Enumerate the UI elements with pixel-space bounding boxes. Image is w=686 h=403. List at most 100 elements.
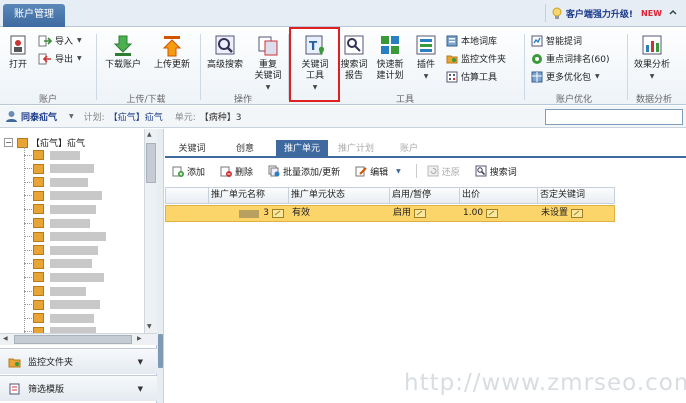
blurred-label: [50, 259, 92, 269]
download-account-button[interactable]: 下载账户: [101, 34, 145, 71]
upload-update-button[interactable]: 上传更新: [150, 34, 194, 71]
tree-item[interactable]: [24, 284, 86, 298]
open-button[interactable]: 打开: [5, 34, 31, 71]
tree-item[interactable]: [24, 148, 80, 162]
search-report-icon: [344, 35, 364, 55]
tab-creative[interactable]: 创意: [223, 140, 267, 158]
column-header[interactable]: 推广单元名称: [209, 188, 289, 203]
tree-connector: [24, 249, 32, 251]
restore-button[interactable]: 还原: [427, 165, 460, 178]
search-word-icon: [475, 165, 487, 177]
folder-icon: [33, 258, 44, 269]
column-header[interactable]: 推广单元状态: [289, 188, 390, 203]
filter-template-section[interactable]: 筛选模版 ▼: [0, 375, 157, 401]
estimate-tool-button[interactable]: 估算工具: [446, 70, 497, 83]
tree-item[interactable]: [24, 189, 102, 203]
plan-link[interactable]: 【疝气】疝气: [109, 110, 163, 123]
scroll-thumb[interactable]: [14, 335, 132, 344]
account-dropdown-icon[interactable]: ▼: [69, 113, 74, 120]
duplicate-keyword-button[interactable]: 重复 关键词 ▼: [250, 34, 286, 93]
effect-analysis-button[interactable]: 效果分析 ▼: [630, 34, 674, 82]
more-optimize-packages-button[interactable]: 更多优化包 ▼: [531, 70, 600, 83]
tree-item[interactable]: [24, 311, 94, 325]
tree-item[interactable]: [24, 298, 100, 312]
bid-cell[interactable]: 1.00: [461, 206, 538, 221]
key-word-rank-button[interactable]: 重点词排名(60): [531, 52, 609, 65]
monitor-folder-button[interactable]: 监控文件夹: [446, 52, 506, 65]
tab-promotion-plan[interactable]: 推广计划: [330, 140, 382, 158]
smart-bid-button[interactable]: 智能提词: [531, 34, 582, 47]
title-right-area: 客户端强力升级! NEW: [544, 3, 686, 23]
unit-name-cell[interactable]: 3: [210, 206, 288, 221]
horizontal-scrollbar[interactable]: ◀ ▶: [0, 333, 157, 345]
batch-add-update-button[interactable]: 批量添加/更新: [268, 165, 340, 178]
scroll-right-icon[interactable]: ▶: [137, 335, 142, 342]
column-header[interactable]: 启用/暂停: [390, 188, 460, 203]
tab-bar: 关键词 创意 推广单元 推广计划 账户: [165, 140, 686, 158]
tree-item[interactable]: [24, 325, 96, 333]
tree-item[interactable]: [24, 230, 106, 244]
advanced-search-button[interactable]: 高级搜索: [204, 34, 246, 71]
scroll-left-icon[interactable]: ◀: [3, 335, 8, 342]
edit-button[interactable]: 编辑 ▼: [355, 165, 401, 178]
rank-icon: [532, 53, 542, 64]
tree-connector: [24, 222, 32, 224]
upgrade-link[interactable]: 客户端强力升级!: [566, 7, 633, 20]
delete-button[interactable]: 删除: [220, 165, 253, 178]
column-header[interactable]: 否定关键词: [538, 188, 614, 203]
scroll-up-icon[interactable]: ▲: [147, 131, 152, 138]
column-header[interactable]: 出价: [460, 188, 538, 203]
search-word-button[interactable]: 搜索词: [475, 165, 517, 178]
tree-item[interactable]: [24, 270, 104, 284]
tree-item[interactable]: [24, 202, 96, 216]
add-button[interactable]: 添加: [172, 165, 205, 178]
search-term-report-button[interactable]: 搜索词 报告: [339, 34, 369, 82]
collapse-ribbon-icon[interactable]: [668, 8, 678, 18]
table-row[interactable]: 3 有效 启用 1.00 未设置: [165, 205, 615, 222]
folder-icon: [33, 218, 44, 228]
tab-promotion-unit[interactable]: 推广单元: [276, 140, 328, 158]
add-icon: [172, 166, 184, 177]
blurred-label: [50, 218, 90, 228]
quick-new-plan-button[interactable]: 快速新 建计划: [372, 34, 408, 82]
export-button[interactable]: 导出 ▼: [38, 52, 82, 65]
tree-item[interactable]: [24, 243, 98, 257]
tree-item[interactable]: [24, 257, 92, 271]
vertical-scrollbar[interactable]: ▲ ▼: [144, 129, 157, 333]
chevron-down-icon[interactable]: ▼: [138, 385, 143, 393]
open-icon: [10, 35, 26, 55]
plugin-button[interactable]: 插件 ▼: [412, 34, 440, 82]
tab-account-management[interactable]: 账户管理: [3, 4, 65, 27]
chevron-down-icon[interactable]: ▼: [138, 358, 143, 366]
search-input[interactable]: [545, 109, 683, 125]
edit-icon[interactable]: [414, 209, 427, 218]
splitter-grip[interactable]: [158, 334, 163, 368]
account-tree-panel: − 【疝气】疝气 ▲ ▼ ◀ ▶ 监控文件夹 ▼ 筛选模版 ▼: [0, 129, 157, 403]
lexicon-icon: [446, 35, 458, 46]
export-icon: [38, 53, 51, 64]
collapse-icon[interactable]: −: [4, 138, 13, 147]
folder-icon: [33, 204, 44, 215]
tree-connector: [24, 304, 32, 306]
scroll-thumb[interactable]: [146, 143, 156, 183]
edit-icon[interactable]: [486, 209, 499, 218]
panel-splitter[interactable]: [157, 129, 164, 403]
local-lexicon-button[interactable]: 本地词库: [446, 34, 497, 47]
blurred-label: [50, 150, 80, 160]
import-button[interactable]: 导入 ▼: [38, 34, 82, 47]
edit-icon[interactable]: [272, 209, 284, 218]
account-selector[interactable]: 同泰疝气: [21, 110, 57, 123]
edit-icon[interactable]: [571, 209, 584, 218]
batch-add-icon: [268, 165, 280, 177]
tab-keywords[interactable]: 关键词: [171, 140, 213, 158]
scroll-down-icon[interactable]: ▼: [147, 323, 152, 330]
tree-item[interactable]: [24, 175, 88, 189]
negative-keyword-cell[interactable]: 未设置: [539, 206, 615, 221]
tab-account[interactable]: 账户: [389, 140, 429, 158]
pencil-icon: [355, 166, 367, 177]
tree-item[interactable]: [24, 216, 90, 230]
monitor-folder-section[interactable]: 监控文件夹 ▼: [0, 348, 157, 374]
enable-pause-cell[interactable]: 启用: [391, 206, 460, 221]
tree-item[interactable]: [24, 162, 94, 176]
blurred-label: [50, 232, 106, 242]
